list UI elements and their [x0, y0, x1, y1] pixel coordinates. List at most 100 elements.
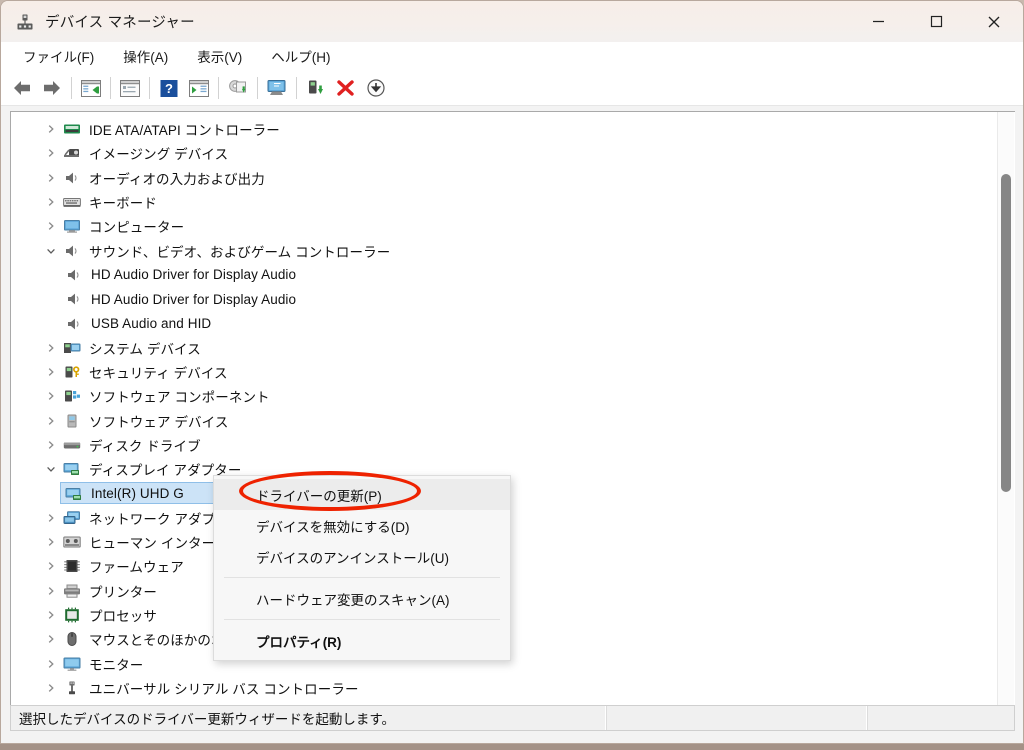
tree-item-software-components[interactable]: ソフトウェア コンポーネント [11, 384, 986, 408]
chevron-right-icon[interactable] [40, 343, 62, 353]
chevron-right-icon[interactable] [40, 537, 62, 547]
chevron-right-icon[interactable] [40, 634, 62, 644]
show-hide-action-pane-icon[interactable] [184, 74, 214, 102]
tree-item-label: ユニバーサル シリアル バス コントローラー [89, 681, 359, 697]
tree-item-imaging-devices[interactable]: イメージング デバイス [11, 141, 986, 165]
tree-item-label: プロセッサ [89, 609, 157, 625]
chevron-down-icon[interactable] [40, 246, 62, 256]
chevron-right-icon[interactable] [40, 124, 62, 134]
computer-icon [62, 217, 82, 235]
disk-drive-icon [62, 436, 82, 454]
device-manager-window: デバイス マネージャー ファイル(F) 操作(A) 表示(V) ヘルプ(H) ?… [0, 0, 1024, 744]
software-device-icon [62, 412, 82, 430]
window-title: デバイス マネージャー [45, 15, 195, 31]
software-component-icon [62, 387, 82, 405]
tree-item-hd-audio-driver-display-audio-1[interactable]: HD Audio Driver for Display Audio [11, 263, 986, 287]
maximize-button[interactable] [907, 1, 965, 42]
tree-item-label: システム デバイス [89, 341, 201, 357]
back-arrow-icon[interactable] [7, 74, 37, 102]
svg-text:?: ? [165, 81, 173, 96]
vertical-scrollbar[interactable] [997, 112, 1014, 710]
help-icon[interactable]: ? [154, 74, 184, 102]
scan-hardware-changes-icon[interactable] [262, 74, 292, 102]
tree-item-computer[interactable]: コンピューター [11, 214, 986, 238]
chevron-right-icon[interactable] [40, 440, 62, 450]
toolbar-separator [110, 77, 111, 99]
chevron-right-icon[interactable] [40, 610, 62, 620]
enable-device-icon[interactable] [301, 74, 331, 102]
audio-icon [64, 266, 84, 284]
chevron-right-icon[interactable] [40, 391, 62, 401]
tree-item-disk-drives[interactable]: ディスク ドライブ [11, 433, 986, 457]
tree-item-label: コンピューター [89, 220, 185, 236]
tree-item-universal-serial-bus-controllers[interactable]: ユニバーサル シリアル バス コントローラー [11, 676, 986, 700]
tree-item-hd-audio-driver-display-audio-2[interactable]: HD Audio Driver for Display Audio [11, 287, 986, 311]
toolbar: ? [1, 71, 1023, 106]
hid-icon [62, 533, 82, 551]
chevron-right-icon[interactable] [40, 367, 62, 377]
title-bar: デバイス マネージャー [1, 1, 1023, 42]
firmware-icon [62, 557, 82, 575]
uninstall-device-icon[interactable] [331, 74, 361, 102]
audio-icon [64, 315, 84, 333]
toolbar-separator [257, 77, 258, 99]
chevron-right-icon[interactable] [40, 586, 62, 596]
chevron-right-icon[interactable] [40, 513, 62, 523]
tree-item-ide-ata-atapi-controllers[interactable]: IDE ATA/ATAPI コントローラー [11, 117, 986, 141]
menu-help[interactable]: ヘルプ(H) [261, 44, 340, 69]
tree-item-system-devices[interactable]: システム デバイス [11, 336, 986, 360]
context-menu-item-uninstall-device[interactable]: デバイスのアンインストール(U) [214, 541, 510, 572]
tree-item-label: IDE ATA/ATAPI コントローラー [89, 123, 280, 139]
chevron-right-icon[interactable] [40, 221, 62, 231]
tree-item-security-devices[interactable]: セキュリティ デバイス [11, 360, 986, 384]
forward-arrow-icon[interactable] [37, 74, 67, 102]
show-hide-console-tree-icon[interactable] [76, 74, 106, 102]
chevron-right-icon[interactable] [40, 683, 62, 693]
menu-file[interactable]: ファイル(F) [13, 44, 104, 69]
tree-item-sound-video-game-controllers[interactable]: サウンド、ビデオ、およびゲーム コントローラー [11, 238, 986, 262]
device-tree-pane[interactable]: IDE ATA/ATAPI コントローラー イメージング デバイス オーディオの… [10, 111, 1015, 711]
minimize-button[interactable] [849, 1, 907, 42]
display-adapter-icon [64, 485, 84, 503]
tree-item-keyboards[interactable]: キーボード [11, 190, 986, 214]
status-divider [605, 706, 607, 730]
menu-bar: ファイル(F) 操作(A) 表示(V) ヘルプ(H) [1, 42, 1023, 71]
scrollbar-thumb[interactable] [1001, 174, 1011, 492]
chevron-right-icon[interactable] [40, 659, 62, 669]
context-menu-item-update-driver[interactable]: ドライバーの更新(P) [214, 479, 510, 510]
tree-item-label: ファームウェア [89, 560, 184, 576]
tree-item-label: Intel(R) UHD G [91, 486, 184, 502]
tree-item-label: オーディオの入力および出力 [89, 171, 265, 187]
status-message: 選択したデバイスのドライバー更新ウィザードを起動します。 [19, 712, 395, 727]
properties-icon[interactable] [115, 74, 145, 102]
monitor-icon [62, 655, 82, 673]
chevron-right-icon[interactable] [40, 416, 62, 426]
tree-item-label: ディスク ドライブ [89, 439, 201, 454]
mouse-icon [62, 630, 82, 648]
desktop-background-strip [0, 744, 1024, 750]
chevron-right-icon[interactable] [40, 561, 62, 571]
system-device-icon [62, 339, 82, 357]
update-driver-icon[interactable] [223, 74, 253, 102]
tree-item-label: ソフトウェア デバイス [89, 414, 229, 430]
tree-item-software-devices[interactable]: ソフトウェア デバイス [11, 409, 986, 433]
tree-item-audio-inputs-outputs[interactable]: オーディオの入力および出力 [11, 166, 986, 190]
close-button[interactable] [965, 1, 1023, 42]
chevron-down-icon[interactable] [40, 464, 62, 474]
chevron-right-icon[interactable] [40, 173, 62, 183]
tree-item-label: マウスとそのほかのオ [89, 633, 225, 649]
menu-action[interactable]: 操作(A) [113, 44, 178, 69]
context-menu-item-disable-device[interactable]: デバイスを無効にする(D) [214, 510, 510, 541]
toolbar-separator [149, 77, 150, 99]
tree-item-label: ソフトウェア コンポーネント [89, 390, 270, 406]
tree-item-usb-audio-and-hid[interactable]: USB Audio and HID [11, 311, 986, 335]
screenshot-root: デバイス マネージャー ファイル(F) 操作(A) 表示(V) ヘルプ(H) ?… [0, 0, 1024, 750]
context-menu-item-properties[interactable]: プロパティ(R) [214, 625, 510, 656]
chevron-right-icon[interactable] [40, 148, 62, 158]
ide-controller-icon [62, 120, 82, 138]
disable-device-icon[interactable] [361, 74, 391, 102]
chevron-right-icon[interactable] [40, 197, 62, 207]
tree-item-label: サウンド、ビデオ、およびゲーム コントローラー [89, 244, 391, 260]
context-menu-item-scan-hardware-changes[interactable]: ハードウェア変更のスキャン(A) [214, 583, 510, 614]
menu-view[interactable]: 表示(V) [187, 44, 252, 69]
